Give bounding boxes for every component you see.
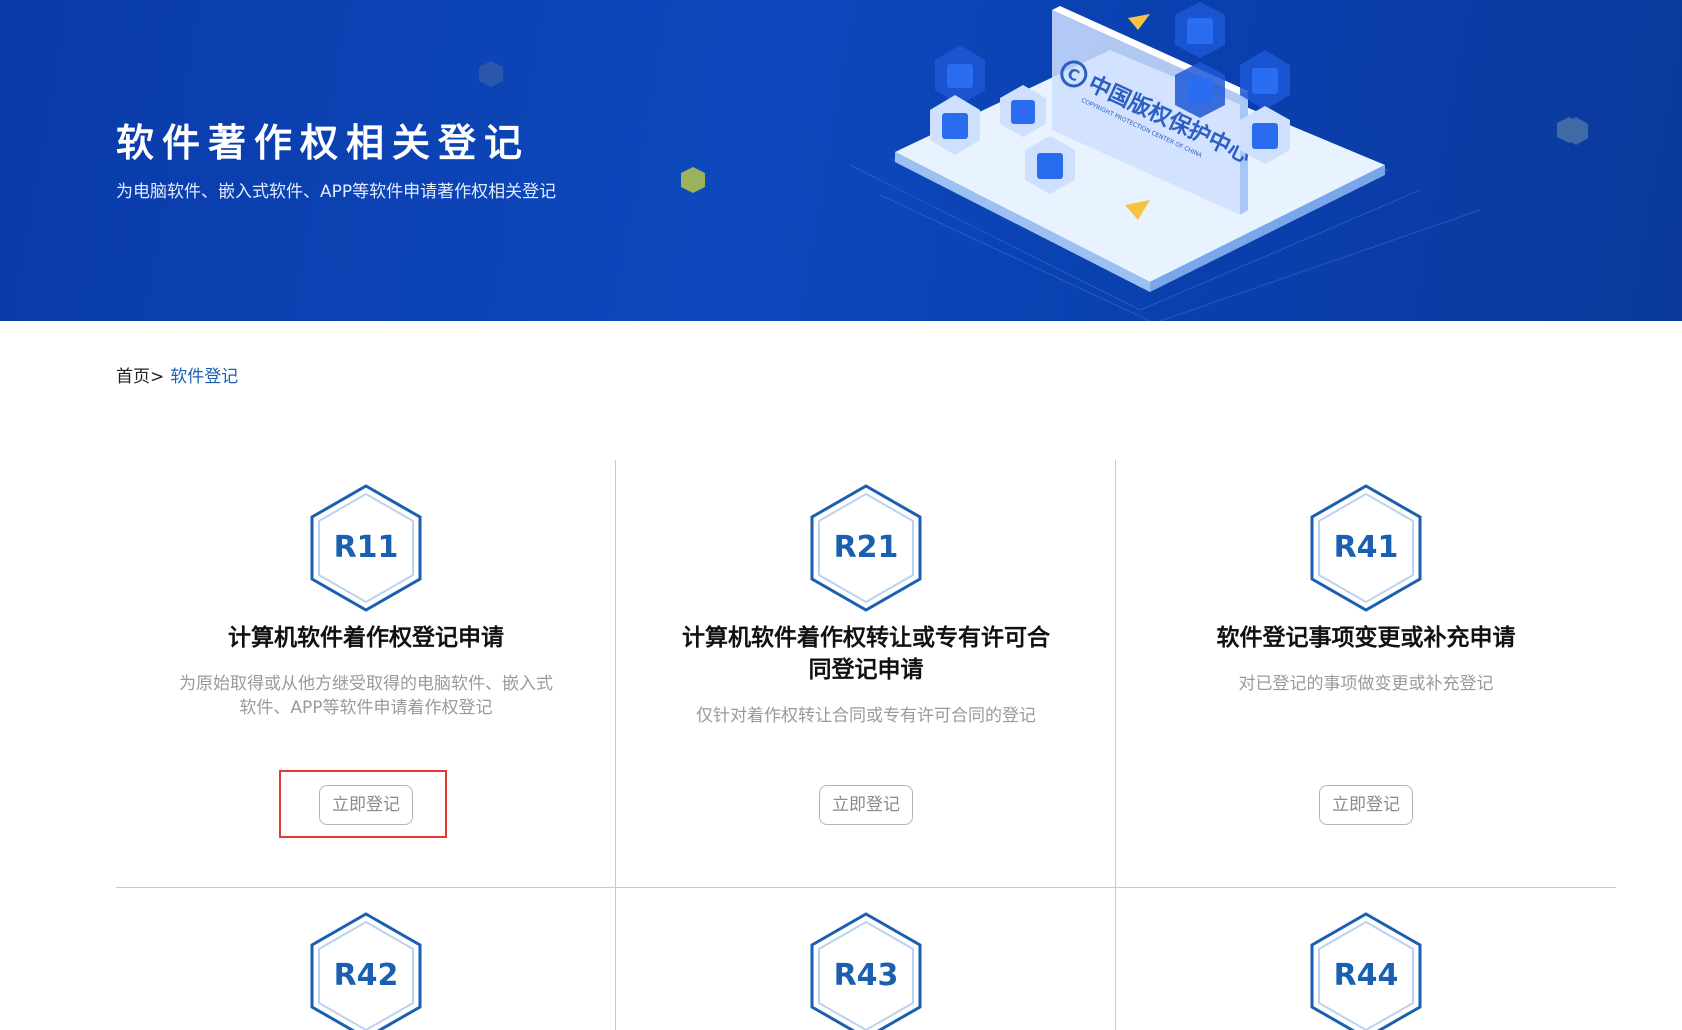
card-description: 对已登记的事项做变更或补充登记: [1238, 674, 1494, 694]
card-code: R41: [1333, 530, 1399, 565]
decorative-hex-icon: [1557, 117, 1581, 143]
card-title: 计算机软件着作权转让或专有许可合同登记申请: [682, 625, 1050, 683]
decorative-hex-icon: [681, 167, 705, 193]
card-title: 软件登记事项变更或补充申请: [1216, 625, 1516, 651]
card-r42: R42: [116, 888, 616, 1030]
hex-badge: R41: [1310, 484, 1422, 612]
register-now-button[interactable]: 立即登记: [819, 785, 913, 825]
highlight-annotation: [279, 770, 447, 838]
registration-grid: R11 计算机软件着作权登记申请 为原始取得或从他方继受取得的电脑软件、嵌入式软…: [116, 460, 1616, 1030]
card-description: 为原始取得或从他方继受取得的电脑软件、嵌入式软件、APP等软件申请着作权登记: [179, 674, 553, 718]
card-r41: R41 软件登记事项变更或补充申请 对已登记的事项做变更或补充登记 立即登记: [1116, 460, 1616, 887]
card-description: 仅针对着作权转让合同或专有许可合同的登记: [696, 706, 1036, 726]
hex-badge: R21: [810, 484, 922, 612]
decorative-hex-icon: [479, 61, 503, 87]
card-code: R21: [833, 530, 899, 565]
card-code: R11: [333, 530, 399, 565]
banner-title: 软件著作权相关登记: [116, 121, 531, 165]
card-r44: R44: [1116, 888, 1616, 1030]
copyright-center-illustration: C 中国版权保护中心 COPYRIGHT PROTECTION CENTER O…: [849, 2, 1588, 321]
breadcrumb-home[interactable]: 首页: [116, 367, 150, 387]
card-code: R43: [833, 958, 899, 993]
breadcrumb-separator: >: [150, 367, 165, 387]
banner: 软件著作权相关登记 为电脑软件、嵌入式软件、APP等软件申请著作权相关登记 C …: [0, 0, 1682, 321]
breadcrumb-current[interactable]: 软件登记: [170, 367, 238, 387]
hex-badge: R44: [1310, 912, 1422, 1030]
hex-badge: R42: [310, 912, 422, 1030]
card-code: R42: [333, 958, 399, 993]
register-now-button[interactable]: 立即登记: [1319, 785, 1413, 825]
breadcrumb: 首页> 软件登记: [116, 362, 238, 387]
hex-badge: R11: [310, 484, 422, 612]
card-code: R44: [1333, 958, 1399, 993]
card-title: 计算机软件着作权登记申请: [228, 625, 504, 651]
banner-subtitle: 为电脑软件、嵌入式软件、APP等软件申请著作权相关登记: [116, 182, 557, 202]
card-r43: R43: [616, 888, 1116, 1030]
hex-badge: R43: [810, 912, 922, 1030]
card-r21: R21 计算机软件着作权转让或专有许可合同登记申请 仅针对着作权转让合同或专有许…: [616, 460, 1116, 887]
